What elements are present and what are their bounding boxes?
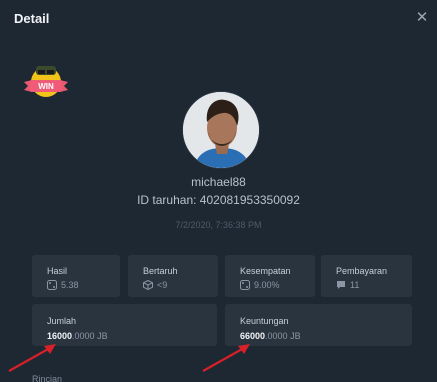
stat-label: Bertaruh [143, 266, 178, 276]
username: michael88 [191, 175, 246, 189]
dice-icon [240, 280, 250, 290]
stat-card-chance: Kesempatan 9.00% [225, 255, 315, 297]
dice-icon [47, 280, 57, 290]
stat-card-result: Hasil 5.38 [32, 255, 120, 297]
profit-value-dec: .0000 [265, 331, 288, 341]
stat-value: <9 [157, 280, 168, 290]
stat-label: Pembayaran [336, 266, 388, 276]
bet-id-value: 402081953350092 [199, 193, 300, 207]
profit-label: Keuntungan [240, 316, 289, 326]
badge-text: WIN [38, 82, 54, 91]
annotation-arrow-icon [8, 344, 56, 372]
amount-currency: JB [97, 331, 108, 341]
stat-value: 5.38 [61, 280, 79, 290]
close-icon[interactable]: ✕ [414, 10, 430, 26]
annotation-arrow-icon [202, 344, 250, 372]
details-link[interactable]: Rincian [32, 374, 62, 382]
stat-card-bet: Bertaruh <9 [128, 255, 218, 297]
chat-icon [336, 280, 346, 290]
amount-label: Jumlah [47, 316, 77, 326]
stat-card-payout: Pembayaran 11 [321, 255, 412, 297]
avatar [182, 91, 260, 169]
profit-currency: JB [290, 331, 301, 341]
stat-value: 11 [350, 280, 360, 290]
stat-value: 9.00% [254, 280, 280, 290]
win-badge-icon: WIN [22, 58, 70, 100]
bet-id-label: ID taruhan: [137, 193, 197, 207]
amount-value-dec: .0000 [72, 331, 95, 341]
stat-label: Hasil [47, 266, 68, 276]
bet-timestamp: 7/2/2020, 7:36:38 PM [175, 220, 262, 230]
cube-icon [143, 280, 153, 290]
bet-id: ID taruhan: 402081953350092 [0, 193, 437, 207]
stat-label: Kesempatan [240, 266, 291, 276]
bet-detail-modal: Detail ✕ WIN michael88 ID taruhan: 40208… [0, 0, 437, 382]
modal-title: Detail [14, 11, 50, 26]
